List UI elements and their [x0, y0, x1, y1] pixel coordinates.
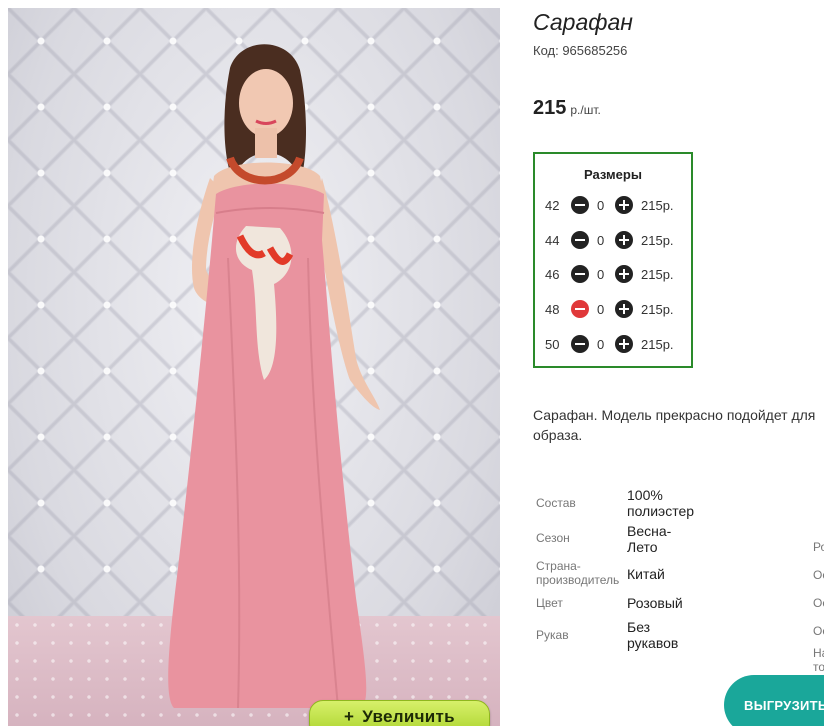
size-label: 48 — [545, 302, 560, 317]
product-price: 215 р./шт. — [533, 97, 601, 120]
size-quantity: 0 — [597, 233, 605, 248]
product-code: Код: 965685256 — [533, 43, 628, 58]
description-line: образа. — [533, 427, 583, 443]
spec-label: Состав — [536, 496, 576, 510]
spec-label-clipped: Ос — [813, 596, 824, 610]
size-row: 44 0 215р. — [535, 231, 691, 251]
zoom-plus-icon: + — [344, 707, 355, 726]
size-label: 46 — [545, 267, 560, 282]
size-quantity: 0 — [597, 267, 605, 282]
product-photo[interactable] — [8, 8, 500, 726]
spec-label: Рукав — [536, 628, 569, 642]
spec-label: Страна-производитель — [536, 559, 620, 587]
spec-value: 100% полиэстер — [627, 487, 695, 519]
spec-label: Сезон — [536, 531, 570, 545]
plus-circle-icon[interactable] — [615, 300, 633, 318]
zoom-button[interactable]: + Увеличить — [309, 700, 490, 726]
plus-circle-icon[interactable] — [615, 231, 633, 249]
size-row: 50 0 215р. — [535, 335, 691, 355]
price-value: 215 — [533, 97, 567, 119]
spec-label-clipped: то — [813, 660, 824, 674]
minus-circle-icon[interactable] — [571, 335, 589, 353]
size-row: 46 0 215р. — [535, 265, 691, 285]
size-price: 215р. — [641, 267, 674, 282]
size-row: 42 0 215р. — [535, 196, 691, 216]
size-quantity: 0 — [597, 198, 605, 213]
spec-label-clipped: Ос — [813, 568, 824, 582]
spec-label-clipped: Ос — [813, 624, 824, 638]
product-description: Сарафан. Модель прекрасно подойдет для о… — [533, 405, 824, 445]
size-price: 215р. — [641, 302, 674, 317]
spec-value: Розовый — [627, 595, 683, 611]
export-button[interactable]: ВЫГРУЗИТЬ — [724, 675, 824, 726]
spec-value: Без рукавов — [627, 619, 679, 651]
size-price: 215р. — [641, 198, 674, 213]
size-label: 50 — [545, 337, 560, 352]
size-quantity: 0 — [597, 302, 605, 317]
minus-circle-icon[interactable] — [571, 231, 589, 249]
sizes-panel: Размеры 42 0 215р. 44 0 215р. 46 0 215р.… — [533, 152, 693, 368]
plus-circle-icon[interactable] — [615, 196, 633, 214]
price-unit: р./шт. — [570, 103, 601, 117]
size-price: 215р. — [641, 233, 674, 248]
product-title: Сарафан — [533, 9, 633, 35]
zoom-button-label: Увеличить — [362, 707, 455, 726]
model-in-dress-image — [168, 44, 380, 709]
size-label: 44 — [545, 233, 560, 248]
plus-circle-icon[interactable] — [615, 335, 633, 353]
size-label: 42 — [545, 198, 560, 213]
plus-circle-icon[interactable] — [615, 265, 633, 283]
minus-circle-icon[interactable] — [571, 265, 589, 283]
minus-circle-icon[interactable] — [571, 300, 589, 318]
spec-value: Весна- Лето — [627, 523, 672, 555]
spec-label: Цвет — [536, 596, 563, 610]
minus-circle-icon[interactable] — [571, 196, 589, 214]
description-line: Сарафан. Модель прекрасно подойдет для — [533, 407, 816, 423]
spec-label-clipped: На — [813, 646, 824, 660]
size-quantity: 0 — [597, 337, 605, 352]
spec-value: Китай — [627, 566, 665, 582]
sizes-title: Размеры — [584, 167, 642, 182]
size-price: 215р. — [641, 337, 674, 352]
size-row: 48 0 215р. — [535, 300, 691, 320]
spec-label-clipped: Ро — [813, 540, 824, 554]
